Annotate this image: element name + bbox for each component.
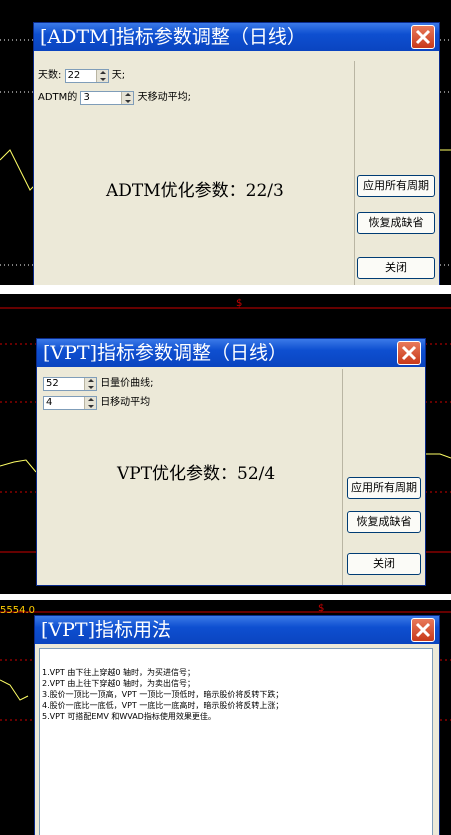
- days-label: 天数:: [38, 70, 62, 81]
- vpt-ma-value[interactable]: 4: [46, 397, 52, 408]
- close-button[interactable]: 关闭: [347, 553, 421, 575]
- svg-text:$: $: [236, 298, 242, 309]
- vpt-ma-spinner[interactable]: 4: [43, 396, 97, 410]
- apply-all-periods-button[interactable]: 应用所有周期: [357, 175, 435, 197]
- usage-text-area[interactable]: 1.VPT 由下往上穿越0 轴时，为买进信号； 2.VPT 由上往下穿越0 轴时…: [39, 648, 433, 835]
- days-spinner[interactable]: 22: [64, 69, 109, 83]
- adtm-param-dialog: [ADTM]指标参数调整（日线） 天数: 22 天; ADTM的 3 天移动平均…: [33, 22, 440, 285]
- vpt-param-dialog: [VPT]指标参数调整（日线） 52 日量价曲线; 4 日移动平均 VPT优化参…: [36, 338, 426, 586]
- days-suffix: 天;: [111, 70, 126, 81]
- spin-arrows-icon[interactable]: [121, 92, 134, 104]
- ma-spinner[interactable]: 3: [80, 91, 135, 105]
- vpt-ma-suffix: 日移动平均: [100, 397, 151, 408]
- spin-arrows-icon[interactable]: [84, 378, 96, 390]
- ma-label: ADTM的: [38, 92, 78, 103]
- vpt-days-row: 52 日量价曲线;: [43, 377, 154, 391]
- usage-line: 3.股价一顶比一顶高，VPT 一顶比一顶低时，暗示股价将反转下跌；: [42, 690, 284, 699]
- spin-arrows-icon[interactable]: [95, 70, 108, 82]
- ma-value[interactable]: 3: [83, 92, 89, 103]
- dialog-title: [ADTM]指标参数调整（日线）: [34, 23, 439, 51]
- restore-default-button[interactable]: 恢复成缺省: [347, 511, 421, 533]
- usage-line: 5.VPT 可搭配EMV 和WVAD指标使用效果更佳。: [42, 712, 216, 721]
- usage-line: 1.VPT 由下往上穿越0 轴时，为买进信号；: [42, 668, 195, 677]
- usage-line: 2.VPT 由上往下穿越0 轴时，为卖出信号；: [42, 679, 195, 688]
- vpt-days-suffix: 日量价曲线;: [100, 378, 154, 389]
- vpt-ma-row: 4 日移动平均: [43, 396, 150, 410]
- close-icon[interactable]: [411, 25, 435, 49]
- vpt-usage-dialog: [VPT]指标用法 1.VPT 由下往上穿越0 轴时，为买进信号； 2.VPT …: [34, 615, 440, 835]
- days-value[interactable]: 22: [68, 70, 81, 81]
- chart-background-panel-3: $ 5554.0 [VPT]指标用法 1.VPT 由下往上穿越0 轴时，为买进信…: [0, 600, 451, 835]
- ma-suffix: 天移动平均;: [137, 92, 192, 103]
- vpt-days-spinner[interactable]: 52: [43, 377, 97, 391]
- dialog-title: [VPT]指标用法: [35, 616, 439, 644]
- close-icon[interactable]: [397, 341, 421, 365]
- close-icon[interactable]: [411, 618, 435, 642]
- apply-all-periods-button[interactable]: 应用所有周期: [347, 477, 421, 499]
- vpt-days-value[interactable]: 52: [46, 378, 59, 389]
- svg-text:$: $: [318, 603, 324, 614]
- restore-default-button[interactable]: 恢复成缺省: [357, 212, 435, 234]
- dialog-title: [VPT]指标参数调整（日线）: [37, 339, 425, 367]
- optimized-params-text: VPT优化参数：52/4: [117, 464, 276, 484]
- days-row: 天数: 22 天;: [38, 69, 125, 83]
- chart-background-panel-2: $ [VPT]指标参数调整（日线） 52 日量价曲线; 4 日移动平均 VPT优: [0, 294, 451, 594]
- optimized-params-text: ADTM优化参数：22/3: [106, 181, 284, 201]
- ma-row: ADTM的 3 天移动平均;: [38, 91, 191, 105]
- spin-arrows-icon[interactable]: [84, 397, 96, 409]
- close-button[interactable]: 关闭: [357, 257, 435, 279]
- usage-line: 4.股价一底比一底低，VPT 一底比一底高时，暗示股价将反转上涨；: [42, 701, 284, 710]
- axis-value: 5554.0: [0, 605, 35, 616]
- chart-background-panel-1: [ADTM]指标参数调整（日线） 天数: 22 天; ADTM的 3 天移动平均…: [0, 0, 451, 285]
